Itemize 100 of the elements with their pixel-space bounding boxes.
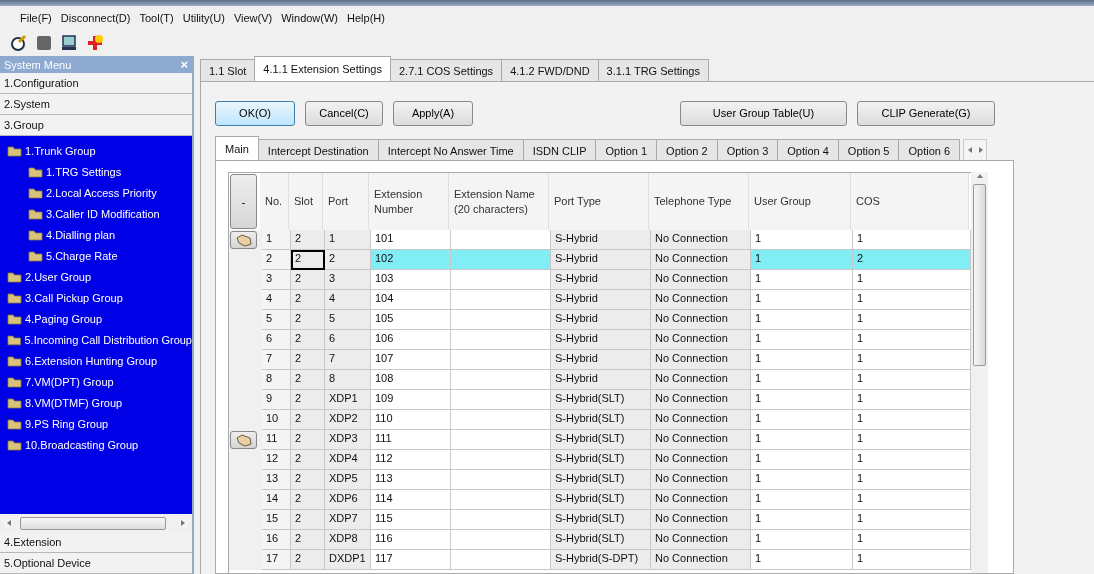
table-cell: 8 [262,370,291,390]
tab[interactable]: Option 3 [716,139,779,161]
row-marker-button[interactable] [230,431,257,449]
table-cell: 1 [751,470,853,490]
table-cell: S-Hybrid [551,270,651,290]
table-cell: XDP2 [325,410,371,430]
tab[interactable]: Option 5 [837,139,900,161]
table-cell: 112 [371,450,451,470]
table-cell: No Connection [651,370,751,390]
square-icon[interactable] [36,35,52,51]
table-cell: 7 [262,350,291,370]
row-marker-button[interactable] [230,231,257,249]
menu-item[interactable]: Disconnect(D) [60,12,131,24]
table-cell: XDP7 [325,510,371,530]
scroll-left-icon[interactable] [5,519,14,527]
folder-icon [7,396,22,409]
table-cell: No Connection [651,550,751,570]
tab[interactable]: 3.1.1 TRG Settings [597,59,709,81]
tab[interactable]: Intercept Destination [257,139,379,161]
table-cell: 11 [262,430,291,450]
table-cell: S-Hybrid(SLT) [551,490,651,510]
tree-item[interactable]: 7.VM(DPT) Group [25,375,114,388]
menu-item[interactable]: Window(W) [281,12,339,24]
table-cell: 4 [325,290,371,310]
tab[interactable]: 4.1.1 Extension Settings [254,56,391,81]
table-cell: 1 [853,450,971,470]
dialog-button[interactable]: OK(O) [215,100,295,126]
tab[interactable]: Option 2 [656,139,718,161]
tree-item[interactable]: 9.PS Ring Group [25,417,109,430]
table-cell: 2 [291,310,325,330]
tree-item[interactable]: 1.TRG Settings [46,165,122,178]
tab-scroll-arrows[interactable] [963,139,988,161]
tab[interactable]: Option 1 [595,139,658,161]
tree-item[interactable]: 4.Paging Group [25,312,103,325]
table-cell: 1 [853,470,971,490]
menu-item[interactable]: Utility(U) [182,12,225,24]
tree-item[interactable]: 2.User Group [25,270,92,283]
scrollbar[interactable] [971,172,988,573]
table-cell: 1 [325,230,371,250]
table-cell: 1 [853,370,971,390]
table-cell: S-Hybrid [551,370,651,390]
table-cell: 2 [291,530,325,550]
tree-item[interactable]: 3.Call Pickup Group [25,291,123,304]
action-button[interactable]: User Group Table(U) [680,100,847,126]
table-cell: 1 [751,310,853,330]
select-all-button[interactable]: - [230,174,257,229]
table-cell: S-Hybrid(SLT) [551,470,651,490]
tab[interactable]: Intercept No Answer Time [377,139,524,161]
table-cell: 1 [853,270,971,290]
tab[interactable]: 2.7.1 COS Settings [389,59,503,81]
tree-item[interactable]: 10.Broadcasting Group [25,438,139,451]
scroll-right-icon[interactable] [976,146,985,154]
scroll-up-icon[interactable] [975,172,984,180]
tab[interactable]: Option 4 [777,139,839,161]
tab[interactable]: Main [215,136,259,161]
tab[interactable]: ISDN CLIP [522,139,597,161]
table-cell: 1 [751,510,853,530]
tree-item[interactable]: 8.VM(DTMF) Group [25,396,123,409]
dialog-button[interactable]: Apply(A) [393,100,473,126]
table-cell: 1 [853,510,971,530]
tab[interactable]: 4.1.2 FWD/DND [501,59,599,81]
table-cell: 2 [291,510,325,530]
table-cell: No Connection [651,250,751,270]
menu-item[interactable]: File(F) [20,12,52,24]
monitor-icon[interactable] [60,34,78,52]
action-button[interactable]: CLIP Generate(G) [857,100,995,126]
tree-item[interactable]: 5.Incoming Call Distribution Group [24,333,192,346]
table-cell: 109 [371,390,451,410]
table-cell: No Connection [651,390,751,410]
column-header: Port [323,173,369,230]
tree-item[interactable]: 5.Charge Rate [46,249,118,262]
table-cell: 1 [751,250,853,270]
table-cell: S-Hybrid(SLT) [551,430,651,450]
tree-item[interactable]: 3.Caller ID Modification [46,207,160,220]
connect-icon[interactable] [10,34,28,52]
folder-icon [7,144,22,157]
table-cell: No Connection [651,410,751,430]
menu-item[interactable]: Help(H) [347,12,385,24]
tree-item[interactable]: 6.Extension Hunting Group [25,354,158,367]
table-cell: 6 [325,330,371,350]
tree-item[interactable]: 2.Local Access Priority [46,186,157,199]
dialog-button[interactable]: Cancel(C) [305,100,383,126]
table-cell: S-Hybrid [551,330,651,350]
menu-item[interactable]: Tool(T) [139,12,174,24]
tree-item[interactable]: 4.Dialling plan [46,228,116,241]
table-cell: 104 [371,290,451,310]
table-cell: 1 [751,370,853,390]
table-cell: 2 [291,290,325,310]
help-icon[interactable] [86,34,104,52]
table-cell: 1 [751,330,853,350]
scroll-right-icon[interactable] [178,519,187,527]
tab[interactable]: 1.1 Slot [200,59,256,81]
scrollbar-thumb[interactable] [20,516,166,530]
scrollbar-thumb[interactable] [973,184,986,366]
tree-item[interactable]: 1.Trunk Group [25,144,96,157]
table-cell: 107 [371,350,451,370]
menu-item[interactable]: View(V) [233,12,273,24]
table-cell: S-Hybrid(S-DPT) [551,550,651,570]
table-cell: XDP6 [325,490,371,510]
tab[interactable]: Option 6 [898,139,961,161]
